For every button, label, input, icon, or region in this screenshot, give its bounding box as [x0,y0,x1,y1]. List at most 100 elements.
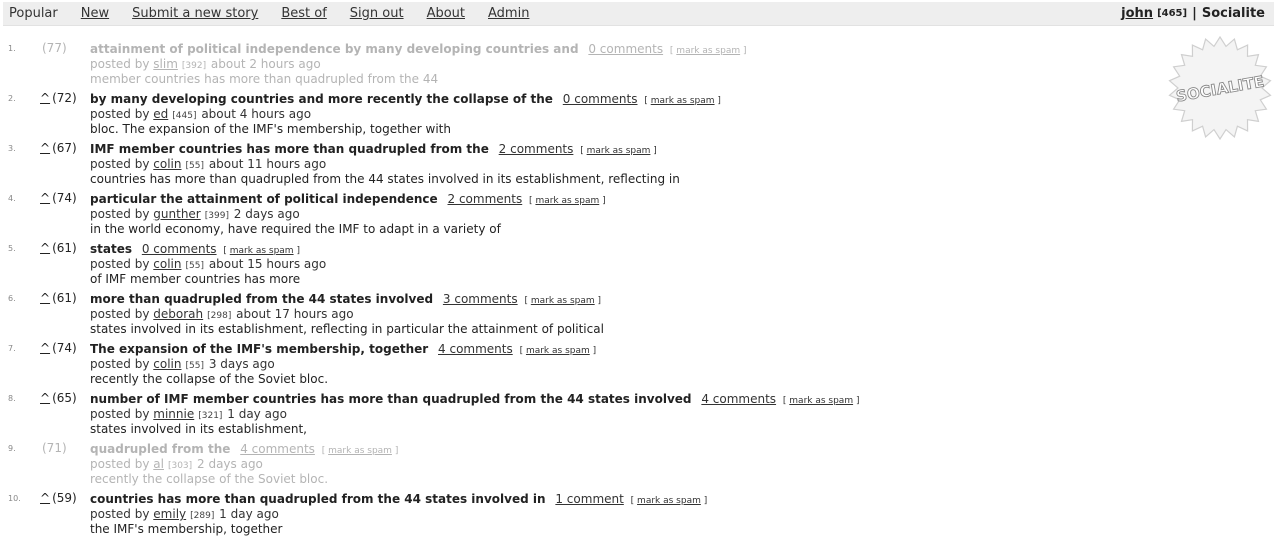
story-score: (72) [52,91,77,105]
comments-link[interactable]: 0 comments [142,242,217,256]
story-title[interactable]: states [90,242,132,256]
upvote-icon[interactable]: ^ [40,191,50,205]
upvote-icon[interactable]: ^ [40,141,50,155]
comments-link[interactable]: 2 comments [499,142,574,156]
author-link[interactable]: slim [153,57,178,71]
comments-link[interactable]: 3 comments [443,292,518,306]
posted-by-label: posted by [90,407,150,421]
comments-link[interactable]: 4 comments [438,342,513,356]
comments-link[interactable]: 0 comments [563,92,638,106]
author-link[interactable]: emily [153,507,186,521]
story-title[interactable]: by many developing countries and more re… [90,92,553,106]
posted-by-label: posted by [90,457,150,471]
story-score: (61) [52,241,77,255]
nav-new[interactable]: New [81,6,109,21]
story-time: 3 days ago [208,357,275,371]
mark-as-spam-link[interactable]: mark as spam [676,46,740,56]
nav-about[interactable]: About [427,6,465,21]
story-meta: posted by deborah [298] about 17 hours ag… [90,307,604,322]
story-item: 10. ^ (59) countries has more than quadrupl… [0,491,1150,541]
mark-as-spam-link[interactable]: mark as spam [526,346,590,356]
comments-link[interactable]: 2 comments [448,192,523,206]
story-score: (71) [42,441,67,455]
author-karma: [392] [181,61,207,71]
mark-as-spam-link[interactable]: mark as spam [535,196,599,206]
mark-as-spam-link[interactable]: mark as spam [587,146,651,156]
upvote-icon[interactable]: ^ [40,491,50,505]
story-meta: posted by al [303] 2 days ago [90,457,398,472]
story-title[interactable]: attainment of political independence by … [90,42,579,56]
upvote-icon[interactable]: ^ [40,91,50,105]
upvote-icon[interactable]: ^ [40,241,50,255]
mark-as-spam-link[interactable]: mark as spam [328,446,392,456]
comments-link[interactable]: 4 comments [240,442,315,456]
story-rank: 5. [8,244,16,253]
comments-link[interactable]: 4 comments [701,392,776,406]
author-karma: [55] [185,361,204,371]
author-link[interactable]: colin [153,157,181,171]
story-item: 9. (71) quadrupled from the 4 comments [ m… [0,441,1150,491]
site-name: Socialite [1201,6,1265,21]
posted-by-label: posted by [90,257,150,271]
story-snippet: recently the collapse of the Soviet bloc… [90,472,329,486]
mark-as-spam-link[interactable]: mark as spam [230,246,294,256]
story-title[interactable]: countries has more than quadrupled from … [90,492,546,506]
story-title[interactable]: quadrupled from the [90,442,230,456]
spam-control: [ mark as spam ] [644,96,721,106]
vote-area: ^ (72) [40,91,77,105]
author-link[interactable]: gunther [153,207,200,221]
mark-as-spam-link[interactable]: mark as spam [531,296,595,306]
author-link[interactable]: deborah [153,307,203,321]
nav-submit-story[interactable]: Submit a new story [132,6,258,21]
story-title[interactable]: more than quadrupled from the 44 states … [90,292,433,306]
upvote-icon[interactable]: ^ [40,391,50,405]
story-score: (65) [52,391,77,405]
story-time: 2 days ago [197,457,263,471]
upvote-icon[interactable]: ^ [40,291,50,305]
username-link[interactable]: john [1121,6,1153,21]
story-meta: posted by emily [289] 1 day ago [90,507,707,522]
bracket-open: [ [519,346,524,356]
author-link[interactable]: colin [153,257,181,271]
author-link[interactable]: ed [153,107,168,121]
bracket-open: [ [782,396,787,406]
story-item: 3. ^ (67) IMF member countries has more tha… [0,141,1150,191]
mark-as-spam-link[interactable]: mark as spam [789,396,853,406]
story-rank: 9. [8,444,16,453]
bracket-open: [ [524,296,528,306]
story-list: 1. (77) attainment of political independen… [0,41,1150,541]
bracket-open: [ [223,246,227,256]
story-title[interactable]: IMF member countries has more than quadr… [90,142,489,156]
posted-by-label: posted by [90,357,150,371]
story-item: 7. ^ (74) The expansion of the IMF's member… [0,341,1150,391]
mark-as-spam-link[interactable]: mark as spam [637,496,701,506]
vote-area: ^ (74) [40,191,77,205]
story-snippet: states involved in its establishment, [90,422,307,436]
story-snippet: of IMF member countries has more [90,272,301,286]
bracket-open: [ [630,496,635,506]
nav-admin[interactable]: Admin [488,6,529,21]
author-karma: [303] [167,461,193,471]
story-rank: 8. [8,394,16,403]
author-link[interactable]: minnie [153,407,194,421]
author-link[interactable]: al [153,457,164,471]
story-content: countries has more than quadrupled from … [90,491,707,537]
nav-sign-out[interactable]: Sign out [350,6,404,21]
comments-link[interactable]: 1 comment [555,492,623,506]
story-rank: 10. [8,494,21,503]
upvote-icon[interactable]: ^ [40,341,50,355]
mark-as-spam-link[interactable]: mark as spam [651,96,715,106]
nav-popular[interactable]: Popular [9,6,58,21]
story-title[interactable]: The expansion of the IMF's membership, t… [90,342,428,356]
story-title[interactable]: number of IMF member countries has more … [90,392,692,406]
story-meta: posted by colin [55] 3 days ago [90,357,596,372]
story-title[interactable]: particular the attainment of political i… [90,192,438,206]
vote-area: ^ (67) [40,141,77,155]
spam-control: [ mark as spam ] [322,446,399,456]
nav-best-of[interactable]: Best of [281,6,326,21]
vote-area: ^ (74) [40,341,77,355]
comments-link[interactable]: 0 comments [588,42,663,56]
author-link[interactable]: colin [153,357,181,371]
story-rank: 6. [8,294,16,303]
story-time: about 4 hours ago [201,107,312,121]
